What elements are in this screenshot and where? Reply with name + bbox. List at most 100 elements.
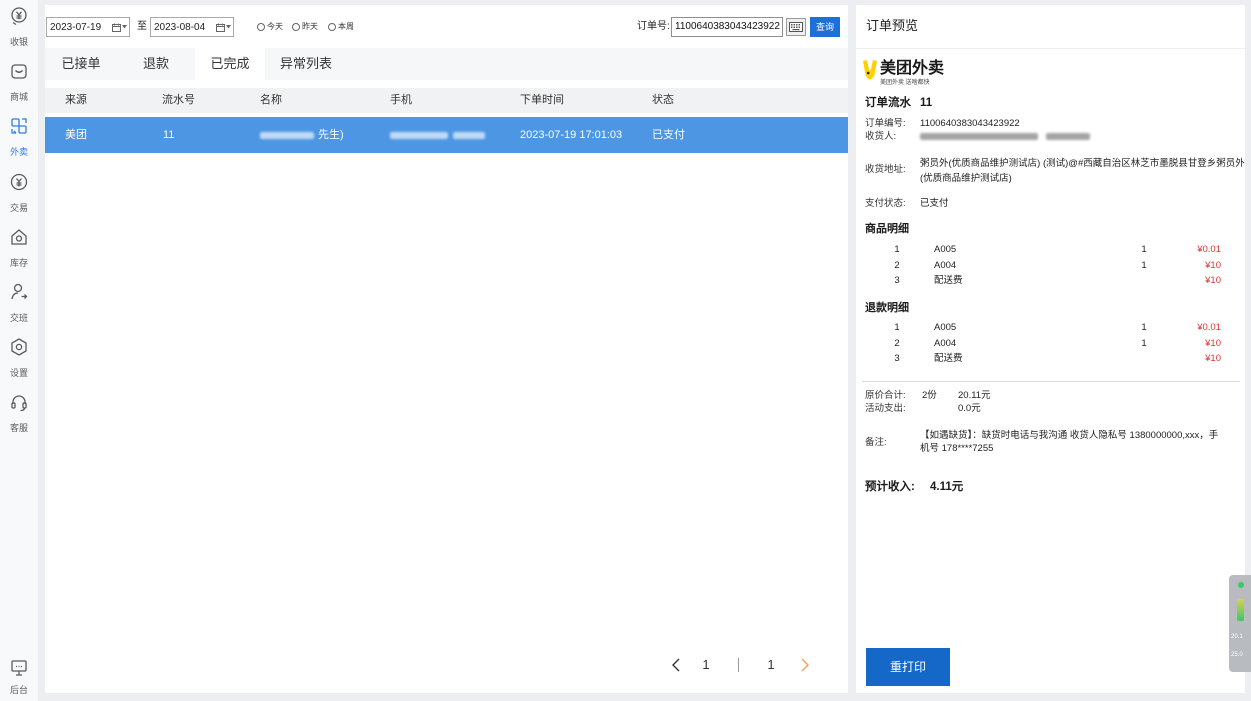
preview-title: 订单预览: [866, 18, 919, 33]
total-pages: 1: [767, 657, 775, 672]
status-dot-icon: [1238, 582, 1244, 588]
end-date-value: 2023-08-04: [154, 21, 206, 33]
item-price: ¥0.01: [1197, 244, 1221, 255]
keyboard-button[interactable]: [786, 18, 806, 36]
item-no: 3: [894, 275, 900, 286]
sidebar-item-label: 外卖: [9, 147, 28, 157]
item-no: 2: [894, 337, 900, 349]
sidebar-item-inventory[interactable]: 库存: [0, 227, 38, 275]
sidebar-item-backend[interactable]: 后台: [0, 658, 38, 701]
radio-today[interactable]: 今天: [257, 22, 283, 32]
blurred-phone: [390, 131, 448, 139]
serial-value: 11: [920, 97, 933, 109]
table-row[interactable]: 美团 11 先生) 2023-07-19 17:01:03 已支付: [45, 117, 848, 153]
discount-amount: 0.0元: [958, 403, 981, 414]
tab-completed[interactable]: 已完成: [195, 48, 265, 80]
platform-logo-name: 美团外卖: [880, 60, 945, 77]
refund-row: 3 配送费 ¥10: [856, 351, 1245, 367]
date-range-separator: 至: [137, 21, 147, 32]
reprint-button[interactable]: 重打印: [866, 648, 950, 686]
sidebar-item-settings[interactable]: 设置: [0, 337, 38, 385]
item-name: A004: [934, 337, 957, 349]
sidebar-item-transaction[interactable]: 交易: [0, 172, 38, 220]
sidebar-item-cashier[interactable]: 收银: [0, 6, 38, 54]
radio-label: 今天: [267, 22, 283, 31]
cell-phone: [390, 117, 485, 153]
remark-line: 【如遇缺货】：缺货时电话与我沟通 收货人隐私号 1380000000,xxx，手: [920, 430, 1219, 441]
item-no: 1: [894, 322, 900, 333]
expected-income-label: 预计收入:: [865, 481, 915, 493]
tab-refund[interactable]: 退款: [120, 48, 192, 80]
pagination: 1 1: [45, 655, 848, 675]
item-price: ¥10: [1205, 337, 1221, 349]
item-price: ¥10: [1205, 275, 1221, 286]
column-header-status: 状态: [652, 94, 674, 106]
sidebar-item-mall[interactable]: 商城: [0, 61, 38, 109]
discount-label: 活动支出:: [865, 403, 906, 414]
radio-circle: [292, 23, 300, 31]
cashier-icon: [9, 6, 29, 26]
monitor-value-1: 20.1: [1231, 634, 1243, 640]
radio-circle: [257, 23, 265, 31]
search-button[interactable]: 查询: [810, 17, 840, 37]
order-no-input[interactable]: 1100640383043423922: [671, 17, 783, 37]
backend-icon: [9, 658, 29, 678]
radio-label: 昨天: [302, 22, 318, 31]
sidebar-item-label: 库存: [9, 258, 28, 268]
column-header-source: 来源: [65, 94, 87, 106]
sidebar-item-customer-service[interactable]: 客服: [0, 392, 38, 440]
table-header: 来源 流水号 名称 手机 下单时间 状态: [45, 88, 848, 113]
monitor-value-2: 25.0: [1231, 652, 1243, 658]
payment-status-value: 已支付: [920, 198, 949, 209]
item-no: 2: [894, 259, 900, 271]
tab-exceptions[interactable]: 异常列表: [268, 48, 344, 80]
calendar-dropdown-icon: [216, 23, 231, 32]
keyboard-icon: [789, 22, 803, 32]
remark-value: 【如遇缺货】：缺货时电话与我沟通 收货人隐私号 1380000000,xxx，手…: [920, 429, 1218, 455]
item-no: 3: [894, 353, 900, 364]
refund-row: 1 A005 1 ¥0.01: [856, 320, 1245, 336]
chevron-right-icon: [801, 658, 809, 672]
radio-this-week[interactable]: 本周: [328, 22, 354, 32]
item-name: A005: [934, 322, 957, 333]
refund-title: 退款明细: [865, 302, 909, 314]
refund-row: 2 A004 1 ¥10: [856, 336, 1245, 352]
start-date-input[interactable]: 2023-07-19: [46, 17, 130, 37]
order-list-panel: 2023-07-19 至 2023-08-04 今天 昨天 本周 订单号: 11…: [45, 5, 848, 693]
cell-source: 美团: [65, 129, 87, 141]
blurred-receiver: [920, 133, 1038, 140]
item-name: 配送费: [934, 353, 963, 364]
inventory-icon: [9, 227, 29, 247]
cell-name-visible: 先生): [318, 129, 344, 141]
calendar-dropdown-icon: [112, 23, 127, 32]
prev-page-button[interactable]: [671, 655, 681, 675]
order-status-tabs: 已接单 退款 已完成 异常列表: [45, 48, 848, 80]
chevron-left-icon: [672, 658, 680, 672]
radio-yesterday[interactable]: 昨天: [292, 22, 318, 32]
goods-title: 商品明细: [865, 223, 909, 235]
blurred-name: [260, 131, 314, 139]
receiver-label: 收货人:: [865, 131, 897, 142]
sidebar-item-label: 后台: [9, 685, 28, 695]
order-no-label: 订单编号:: [865, 118, 906, 129]
end-date-input[interactable]: 2023-08-04: [150, 17, 234, 37]
network-monitor-widget[interactable]: 20.1 25.0: [1229, 575, 1251, 672]
current-page: 1: [702, 657, 710, 672]
tab-accepted[interactable]: 已接单: [45, 48, 117, 80]
radio-circle: [328, 23, 336, 31]
item-name: A004: [934, 259, 957, 271]
payment-status-label: 支付状态:: [865, 198, 906, 209]
next-page-button[interactable]: [800, 655, 810, 675]
start-date-value: 2023-07-19: [50, 21, 102, 33]
order-no-value: 1100640383043423922: [920, 118, 1020, 129]
sidebar-item-takeout[interactable]: 外卖: [0, 116, 38, 164]
settings-icon: [9, 337, 29, 357]
address-line: 粥员外(优质商品维护测试店) (测试)@#西藏自治区林芝市墨脱县甘登乡粥员外: [920, 158, 1245, 169]
item-name: A005: [934, 244, 957, 255]
sidebar-item-shift-handover[interactable]: 交班: [0, 282, 38, 330]
item-qty: 1: [1141, 244, 1147, 255]
blurred-phone: [453, 131, 485, 139]
address-label: 收货地址:: [865, 164, 906, 175]
address-line: (优质商品维护测试店): [920, 173, 1012, 184]
order-no-label: 订单号:: [637, 21, 670, 32]
